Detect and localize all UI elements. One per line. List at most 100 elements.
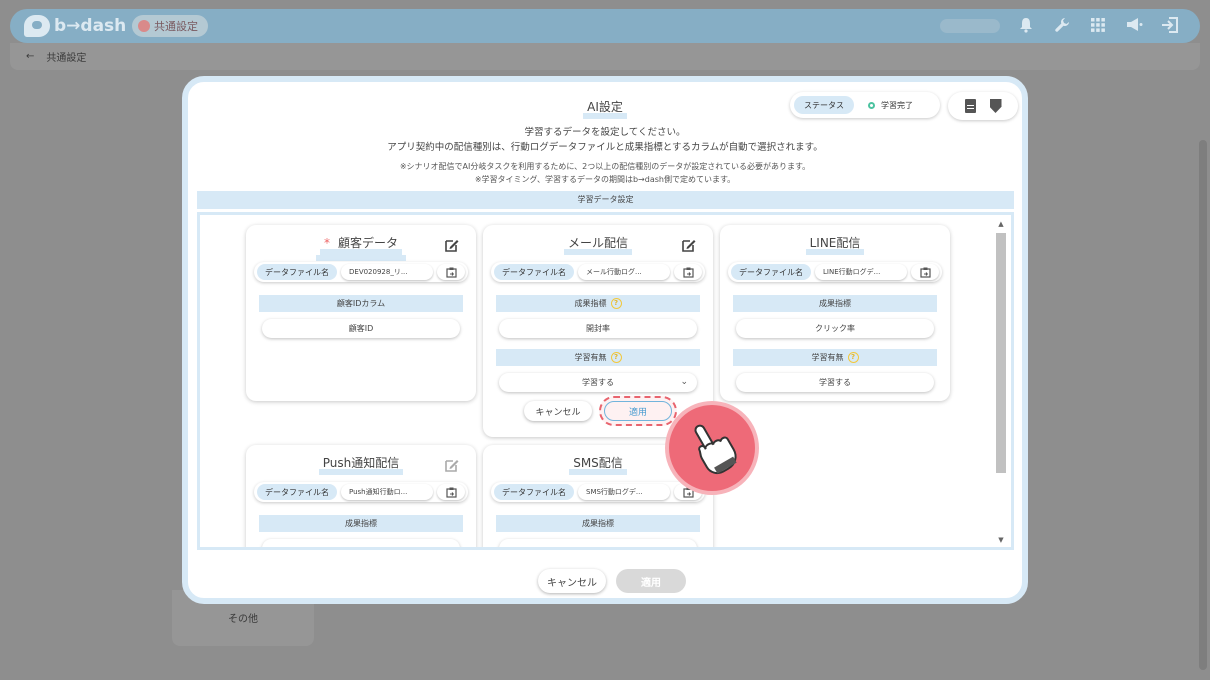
file-name[interactable]: SMS行動ログデ... (578, 484, 670, 500)
file-row: データファイル名 メール行動ログ... (491, 262, 705, 282)
common-settings-badge[interactable]: 共通設定 (132, 15, 208, 37)
status-value-text: 学習完了 (881, 100, 913, 110)
scroll-down-icon[interactable]: ▼ (996, 535, 1006, 545)
kpi-value[interactable] (262, 539, 460, 547)
file-row: データファイル名 Push通知行動ロ... (254, 482, 468, 502)
learning-data-area: * 顧客データ データファイル名 DEV020928_リ... 顧客IDカラム 顧… (197, 212, 1014, 550)
clipboard-button[interactable] (911, 264, 939, 280)
file-name[interactable]: Push通知行動ロ... (341, 484, 433, 500)
kpi-value[interactable] (499, 539, 697, 547)
kpi-value[interactable]: クリック率 (736, 319, 934, 338)
clipboard-icon (445, 267, 457, 278)
kpi-value[interactable]: 開封率 (499, 319, 697, 338)
field-label: 成果指標 (496, 515, 700, 532)
file-name[interactable]: LINE行動ログデ... (815, 264, 907, 280)
card-title-text: 顧客データ (333, 237, 402, 255)
field-label: 成果指標? (496, 295, 700, 312)
card-title: メール配信 (483, 236, 713, 255)
edit-icon[interactable] (444, 237, 460, 253)
file-row: データファイル名 DEV020928_リ... (254, 262, 468, 282)
card-customer-data: * 顧客データ データファイル名 DEV020928_リ... 顧客IDカラム 顧… (246, 225, 476, 401)
scroll-thumb[interactable] (996, 233, 1006, 473)
settings-badge-icon (138, 20, 150, 32)
notes: ※シナリオ配信でAI分岐タスクを利用するために、2つ以上の配信種別のデータが設定… (188, 160, 1022, 186)
help-icon[interactable]: ? (610, 352, 622, 363)
card-title: * 顧客データ (246, 236, 476, 261)
logout-icon[interactable] (1160, 14, 1180, 36)
card-cancel-button[interactable]: キャンセル (524, 401, 592, 421)
file-name[interactable]: メール行動ログ... (578, 264, 670, 280)
user-name-blurred (940, 19, 1000, 33)
status-indicator: ステータス 学習完了 (790, 92, 940, 118)
file-label: データファイル名 (257, 484, 337, 500)
clipboard-icon (919, 267, 931, 278)
common-settings-badge-label: 共通設定 (154, 20, 198, 33)
help-icon[interactable]: ? (610, 298, 622, 309)
field-label: 顧客IDカラム (259, 295, 463, 312)
top-icons (1016, 14, 1180, 36)
status-label: ステータス (794, 96, 854, 114)
edit-icon[interactable] (681, 237, 697, 253)
scroll-up-icon[interactable]: ▲ (996, 219, 1006, 229)
logo-icon (24, 15, 50, 37)
learning-select-value: 学習する (582, 378, 614, 387)
bell-icon[interactable] (1016, 14, 1036, 36)
hand-pointer-icon (665, 401, 759, 495)
file-label: データファイル名 (257, 264, 337, 280)
megaphone-icon[interactable] (1124, 14, 1144, 36)
tool-buttons (948, 92, 1018, 120)
top-bar: b→dash 共通設定 (10, 9, 1200, 43)
shield-icon[interactable] (989, 99, 1002, 113)
card-push-delivery: Push通知配信 データファイル名 Push通知行動ロ... 成果指標 (246, 445, 476, 547)
file-row: データファイル名 LINE行動ログデ... (728, 262, 942, 282)
clipboard-button[interactable] (674, 264, 702, 280)
file-row: データファイル名 SMS行動ログデ... (491, 482, 705, 502)
required-mark: * (319, 237, 334, 255)
card-buttons: キャンセル 適用 (524, 396, 677, 426)
help-icon[interactable]: ? (847, 352, 859, 363)
card-line-delivery: LINE配信 データファイル名 LINE行動ログデ... 成果指標 クリック率 … (720, 225, 950, 401)
ai-settings-modal: AI設定 ステータス 学習完了 学習するデータを設定してください。 アプリ契約中… (182, 76, 1028, 604)
breadcrumb: ← 共通設定 (10, 43, 1200, 70)
customer-id-column-value[interactable]: 顧客ID (262, 319, 460, 338)
footer-buttons: キャンセル 適用 (538, 569, 686, 593)
click-highlight (599, 396, 677, 426)
card-title: LINE配信 (720, 236, 950, 255)
back-arrow-icon[interactable]: ← (26, 51, 34, 62)
clipboard-button[interactable] (437, 264, 465, 280)
wrench-icon[interactable] (1052, 14, 1072, 36)
description-line-1: 学習するデータを設定してください。 (524, 127, 686, 138)
description: 学習するデータを設定してください。 アプリ契約中の配信種別は、行動ログデータファ… (188, 125, 1022, 155)
breadcrumb-label: 共通設定 (46, 53, 87, 64)
file-name[interactable]: DEV020928_リ... (341, 264, 433, 280)
chevron-down-icon: ⌄ (680, 377, 688, 387)
field-label: 学習有無? (733, 349, 937, 366)
document-icon[interactable] (964, 99, 976, 113)
learning-select[interactable]: 学習する ⌄ (499, 373, 697, 392)
grid-icon[interactable] (1088, 14, 1108, 36)
note-line-2: ※学習タイミング、学習するデータの期間はb→dash側で定めています。 (474, 175, 736, 184)
sidebar-item-other[interactable]: その他 (228, 610, 258, 625)
section-header: 学習データ設定 (197, 191, 1014, 209)
clipboard-icon (682, 267, 694, 278)
logo-text: b→dash (54, 16, 127, 36)
field-label: 成果指標 (259, 515, 463, 532)
file-label: データファイル名 (731, 264, 811, 280)
edit-icon[interactable] (444, 457, 460, 473)
learning-value[interactable]: 学習する (736, 373, 934, 392)
file-label: データファイル名 (494, 264, 574, 280)
clipboard-button[interactable] (437, 484, 465, 500)
cancel-button[interactable]: キャンセル (538, 569, 606, 593)
content-scrollbar[interactable]: ▲ ▼ (995, 219, 1007, 545)
card-apply-button[interactable]: 適用 (599, 396, 677, 426)
apply-button[interactable]: 適用 (616, 569, 686, 593)
status-value: 学習完了 (868, 100, 913, 111)
card-title: Push通知配信 (246, 456, 476, 475)
file-label: データファイル名 (494, 484, 574, 500)
field-label: 学習有無? (496, 349, 700, 366)
page-scrollbar[interactable] (1199, 140, 1207, 670)
field-label: 成果指標 (733, 295, 937, 312)
logo[interactable]: b→dash (24, 14, 126, 38)
note-line-1: ※シナリオ配信でAI分岐タスクを利用するために、2つ以上の配信種別のデータが設定… (399, 162, 811, 171)
status-dot-icon (868, 101, 875, 109)
